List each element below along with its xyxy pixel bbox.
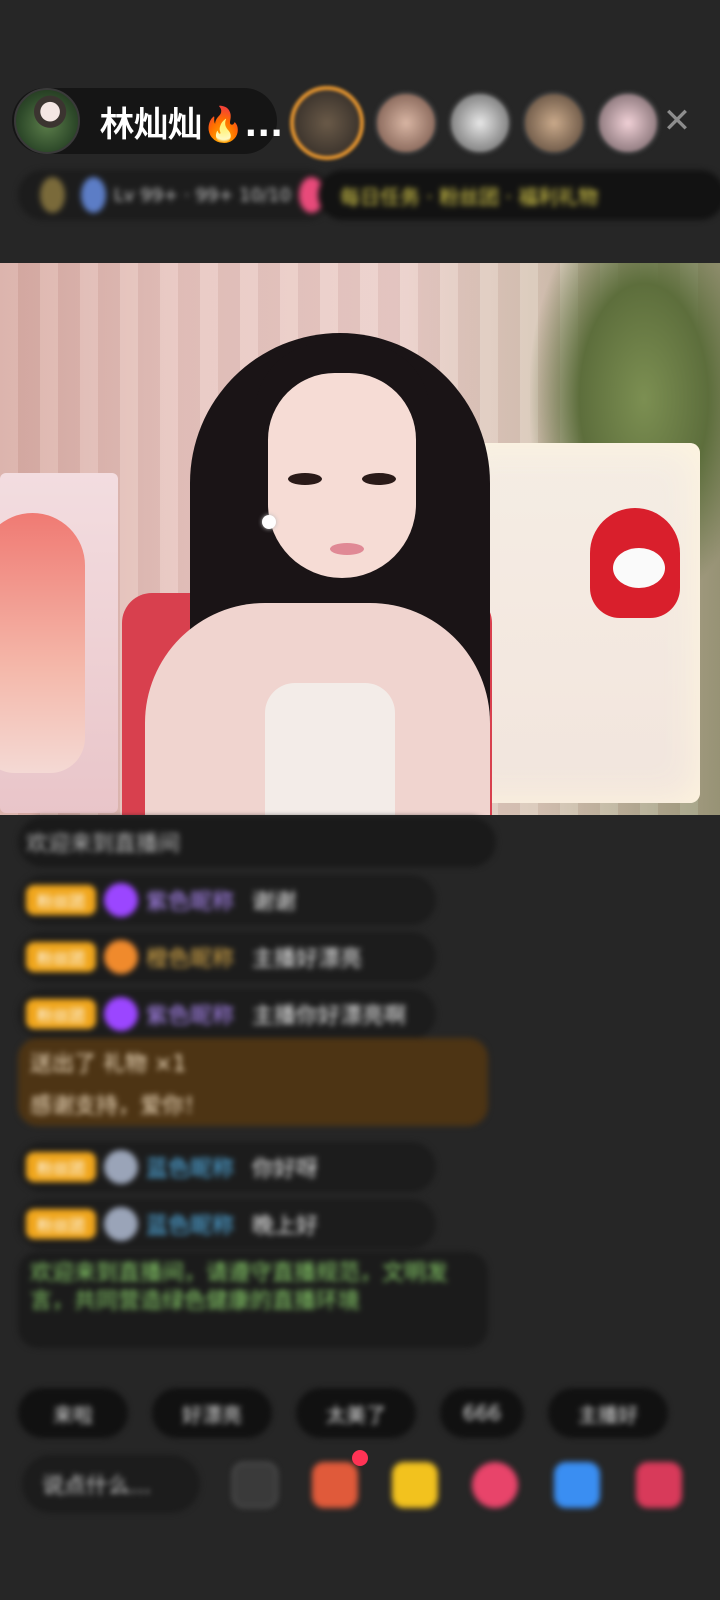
quick-reply-chip[interactable]: 太美了: [296, 1388, 416, 1438]
fan-badge: 粉丝团: [26, 999, 96, 1029]
chat-message[interactable]: 粉丝团 紫色昵称 主播你好漂亮啊: [18, 989, 436, 1039]
chat-username[interactable]: 蓝色昵称: [146, 1151, 234, 1183]
fan-badge: 粉丝团: [26, 1209, 96, 1239]
task-text: 每日任务 · 粉丝团 · 福利礼物: [340, 184, 599, 209]
avatar-icon: [104, 1207, 138, 1241]
rank-strip[interactable]: Lv 99+ · 99+ 10/10: [18, 170, 332, 220]
chat-text: 晚上好: [252, 1214, 319, 1239]
quick-reply-chip[interactable]: 好漂亮: [152, 1388, 272, 1438]
red-packet-icon[interactable]: [392, 1462, 438, 1508]
chat-message[interactable]: 粉丝团 紫色昵称 谢谢: [18, 875, 436, 925]
fan-badge: 粉丝团: [26, 942, 96, 972]
top-viewers-row: [290, 86, 670, 160]
close-icon[interactable]: ✕: [660, 104, 694, 138]
chat-message[interactable]: 粉丝团 橙色昵称 主播好漂亮: [18, 932, 436, 982]
quick-reply-chip[interactable]: 666: [440, 1388, 524, 1438]
quick-reply-row: 来啦 好漂亮 太美了 666 主播好: [18, 1388, 692, 1438]
poster-art: [0, 513, 85, 773]
system-notice-text: 欢迎来到直播间，请遵守直播规范，文明发言，共同营造绿色健康的直播环境: [30, 1261, 449, 1314]
diamond-icon: [104, 997, 138, 1031]
streamer-eye: [288, 473, 322, 485]
rank-text: Lv 99+ · 99+ 10/10: [113, 184, 292, 206]
chat-intro: 欢迎来到直播间: [18, 817, 496, 867]
chat-message[interactable]: 粉丝团 蓝色昵称 晚上好: [18, 1199, 436, 1249]
gift-text-line: 送出了 礼物 ×1: [30, 1052, 187, 1077]
viewer-avatar[interactable]: [596, 91, 660, 155]
diamond-icon: [104, 883, 138, 917]
gift-box-icon[interactable]: [312, 1462, 358, 1508]
viewer-avatar[interactable]: [522, 91, 586, 155]
host-profile-pill[interactable]: 林灿灿🔥...: [12, 88, 283, 154]
info-strip: Lv 99+ · 99+ 10/10 每日任务 · 粉丝团 · 福利礼物: [18, 170, 720, 220]
quick-reply-chip[interactable]: 主播好: [548, 1388, 668, 1438]
quick-reply-chip[interactable]: 来啦: [18, 1388, 128, 1438]
chat-username[interactable]: 紫色昵称: [146, 884, 234, 916]
task-strip[interactable]: 每日任务 · 粉丝团 · 福利礼物: [318, 170, 720, 220]
chat-username[interactable]: 橙色昵称: [146, 941, 234, 973]
earring: [262, 515, 276, 529]
host-avatar[interactable]: [14, 88, 80, 154]
viewer-avatar[interactable]: [374, 91, 438, 155]
gift-text-line: 感谢支持，爱你！: [30, 1094, 207, 1119]
mascot-face: [613, 548, 665, 588]
fan-badge: 粉丝团: [26, 885, 96, 915]
intro-text: 欢迎来到直播间: [26, 832, 181, 857]
system-notice: 欢迎来到直播间，请遵守直播规范，文明发言，共同营造绿色健康的直播环境: [18, 1252, 488, 1348]
chat-message[interactable]: 粉丝团 蓝色昵称 你好呀: [18, 1142, 436, 1192]
gift-message[interactable]: 送出了 礼物 ×1 感谢支持，爱你！: [18, 1038, 488, 1126]
emoji-icon[interactable]: [232, 1462, 278, 1508]
more-icon[interactable]: [636, 1462, 682, 1508]
chat-text: 你好呀: [252, 1157, 319, 1182]
chat-username[interactable]: 紫色昵称: [146, 998, 234, 1030]
comment-input[interactable]: 说点什么...: [22, 1455, 200, 1513]
notification-dot: [352, 1450, 368, 1466]
avatar-icon: [104, 1150, 138, 1184]
chat-text: 谢谢: [252, 890, 297, 915]
game-icon[interactable]: [554, 1462, 600, 1508]
live-video[interactable]: [0, 263, 720, 815]
level-icon: [40, 177, 65, 213]
avatar-icon: [104, 940, 138, 974]
fan-badge: 粉丝团: [26, 1152, 96, 1182]
heart-icon[interactable]: [472, 1462, 518, 1508]
streamer-dress: [265, 683, 395, 815]
viewer-avatar[interactable]: [448, 91, 512, 155]
fan-icon: [80, 177, 106, 213]
host-name: 林灿灿🔥...: [100, 104, 284, 145]
streamer-lips: [330, 543, 364, 555]
viewer-avatar[interactable]: [290, 86, 364, 160]
streamer-eye: [362, 473, 396, 485]
chat-username[interactable]: 蓝色昵称: [146, 1208, 234, 1240]
chat-text: 主播好漂亮: [252, 947, 363, 972]
comment-placeholder: 说点什么...: [42, 1474, 151, 1499]
chat-text: 主播你好漂亮啊: [252, 1004, 407, 1029]
